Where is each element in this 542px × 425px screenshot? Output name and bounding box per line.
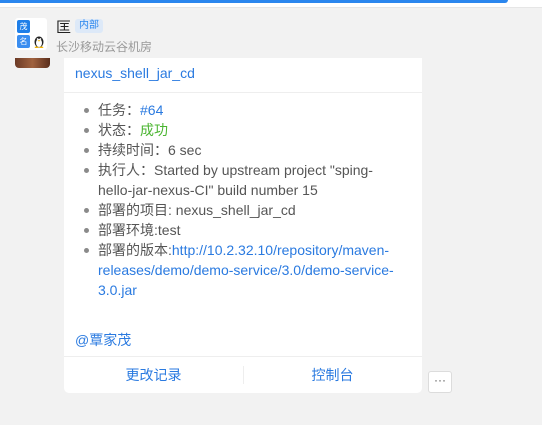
list-item: 任务：#64 bbox=[84, 100, 404, 120]
top-bar bbox=[0, 0, 542, 8]
message-card: nexus_shell_jar_cd 任务：#64 状态：成功 持续时间：6 s… bbox=[64, 58, 422, 393]
project-value: nexus_shell_jar_cd bbox=[175, 202, 296, 218]
item-label: 部署的项目: bbox=[98, 202, 176, 218]
item-label: 部署的版本: bbox=[98, 242, 172, 258]
item-label: 状态： bbox=[98, 122, 140, 138]
list-item: 状态：成功 bbox=[84, 120, 404, 140]
list-item: 持续时间：6 sec bbox=[84, 140, 404, 160]
avatar-cell-penguin bbox=[32, 35, 45, 48]
list-item: 部署环境:test bbox=[84, 220, 404, 240]
divider bbox=[64, 92, 422, 93]
item-label: 执行人： bbox=[98, 162, 154, 178]
avatar-cell: 名 bbox=[17, 35, 30, 48]
group-subtitle: 长沙移动云谷机房 bbox=[56, 40, 153, 54]
console-button[interactable]: 控制台 bbox=[243, 357, 422, 393]
group-name: 匡 bbox=[56, 19, 72, 36]
chat-header: 茂 名 匡 内部 长沙移动云谷机房 bbox=[0, 8, 542, 58]
list-item: 部署的项目: nexus_shell_jar_cd bbox=[84, 200, 404, 220]
changes-button[interactable]: 更改记录 bbox=[64, 357, 243, 393]
penguin-icon bbox=[34, 36, 44, 48]
detail-list: 任务：#64 状态：成功 持续时间：6 sec 执行人：Started by u… bbox=[84, 100, 404, 300]
internal-badge: 内部 bbox=[75, 19, 103, 33]
more-options-button[interactable]: ··· bbox=[428, 371, 452, 393]
card-title[interactable]: nexus_shell_jar_cd bbox=[75, 65, 195, 81]
sender-avatar[interactable] bbox=[15, 58, 50, 68]
item-label: 任务： bbox=[98, 102, 140, 118]
list-item: 执行人：Started by upstream project "sping-h… bbox=[84, 160, 404, 200]
item-label: 部署环境: bbox=[98, 222, 158, 238]
list-item: 部署的版本:http://10.2.32.10/repository/maven… bbox=[84, 240, 404, 300]
status-value: 成功 bbox=[140, 122, 168, 138]
environment-value: test bbox=[157, 222, 181, 238]
task-link[interactable]: #64 bbox=[140, 102, 163, 118]
mention-link[interactable]: @覃家茂 bbox=[75, 330, 131, 350]
avatar-cell-empty bbox=[32, 20, 45, 33]
group-avatar[interactable]: 茂 名 bbox=[15, 18, 47, 50]
item-label: 持续时间： bbox=[98, 142, 168, 158]
avatar-cell: 茂 bbox=[17, 20, 30, 33]
duration-value: 6 sec bbox=[168, 142, 202, 158]
top-accent-bar bbox=[0, 0, 508, 3]
